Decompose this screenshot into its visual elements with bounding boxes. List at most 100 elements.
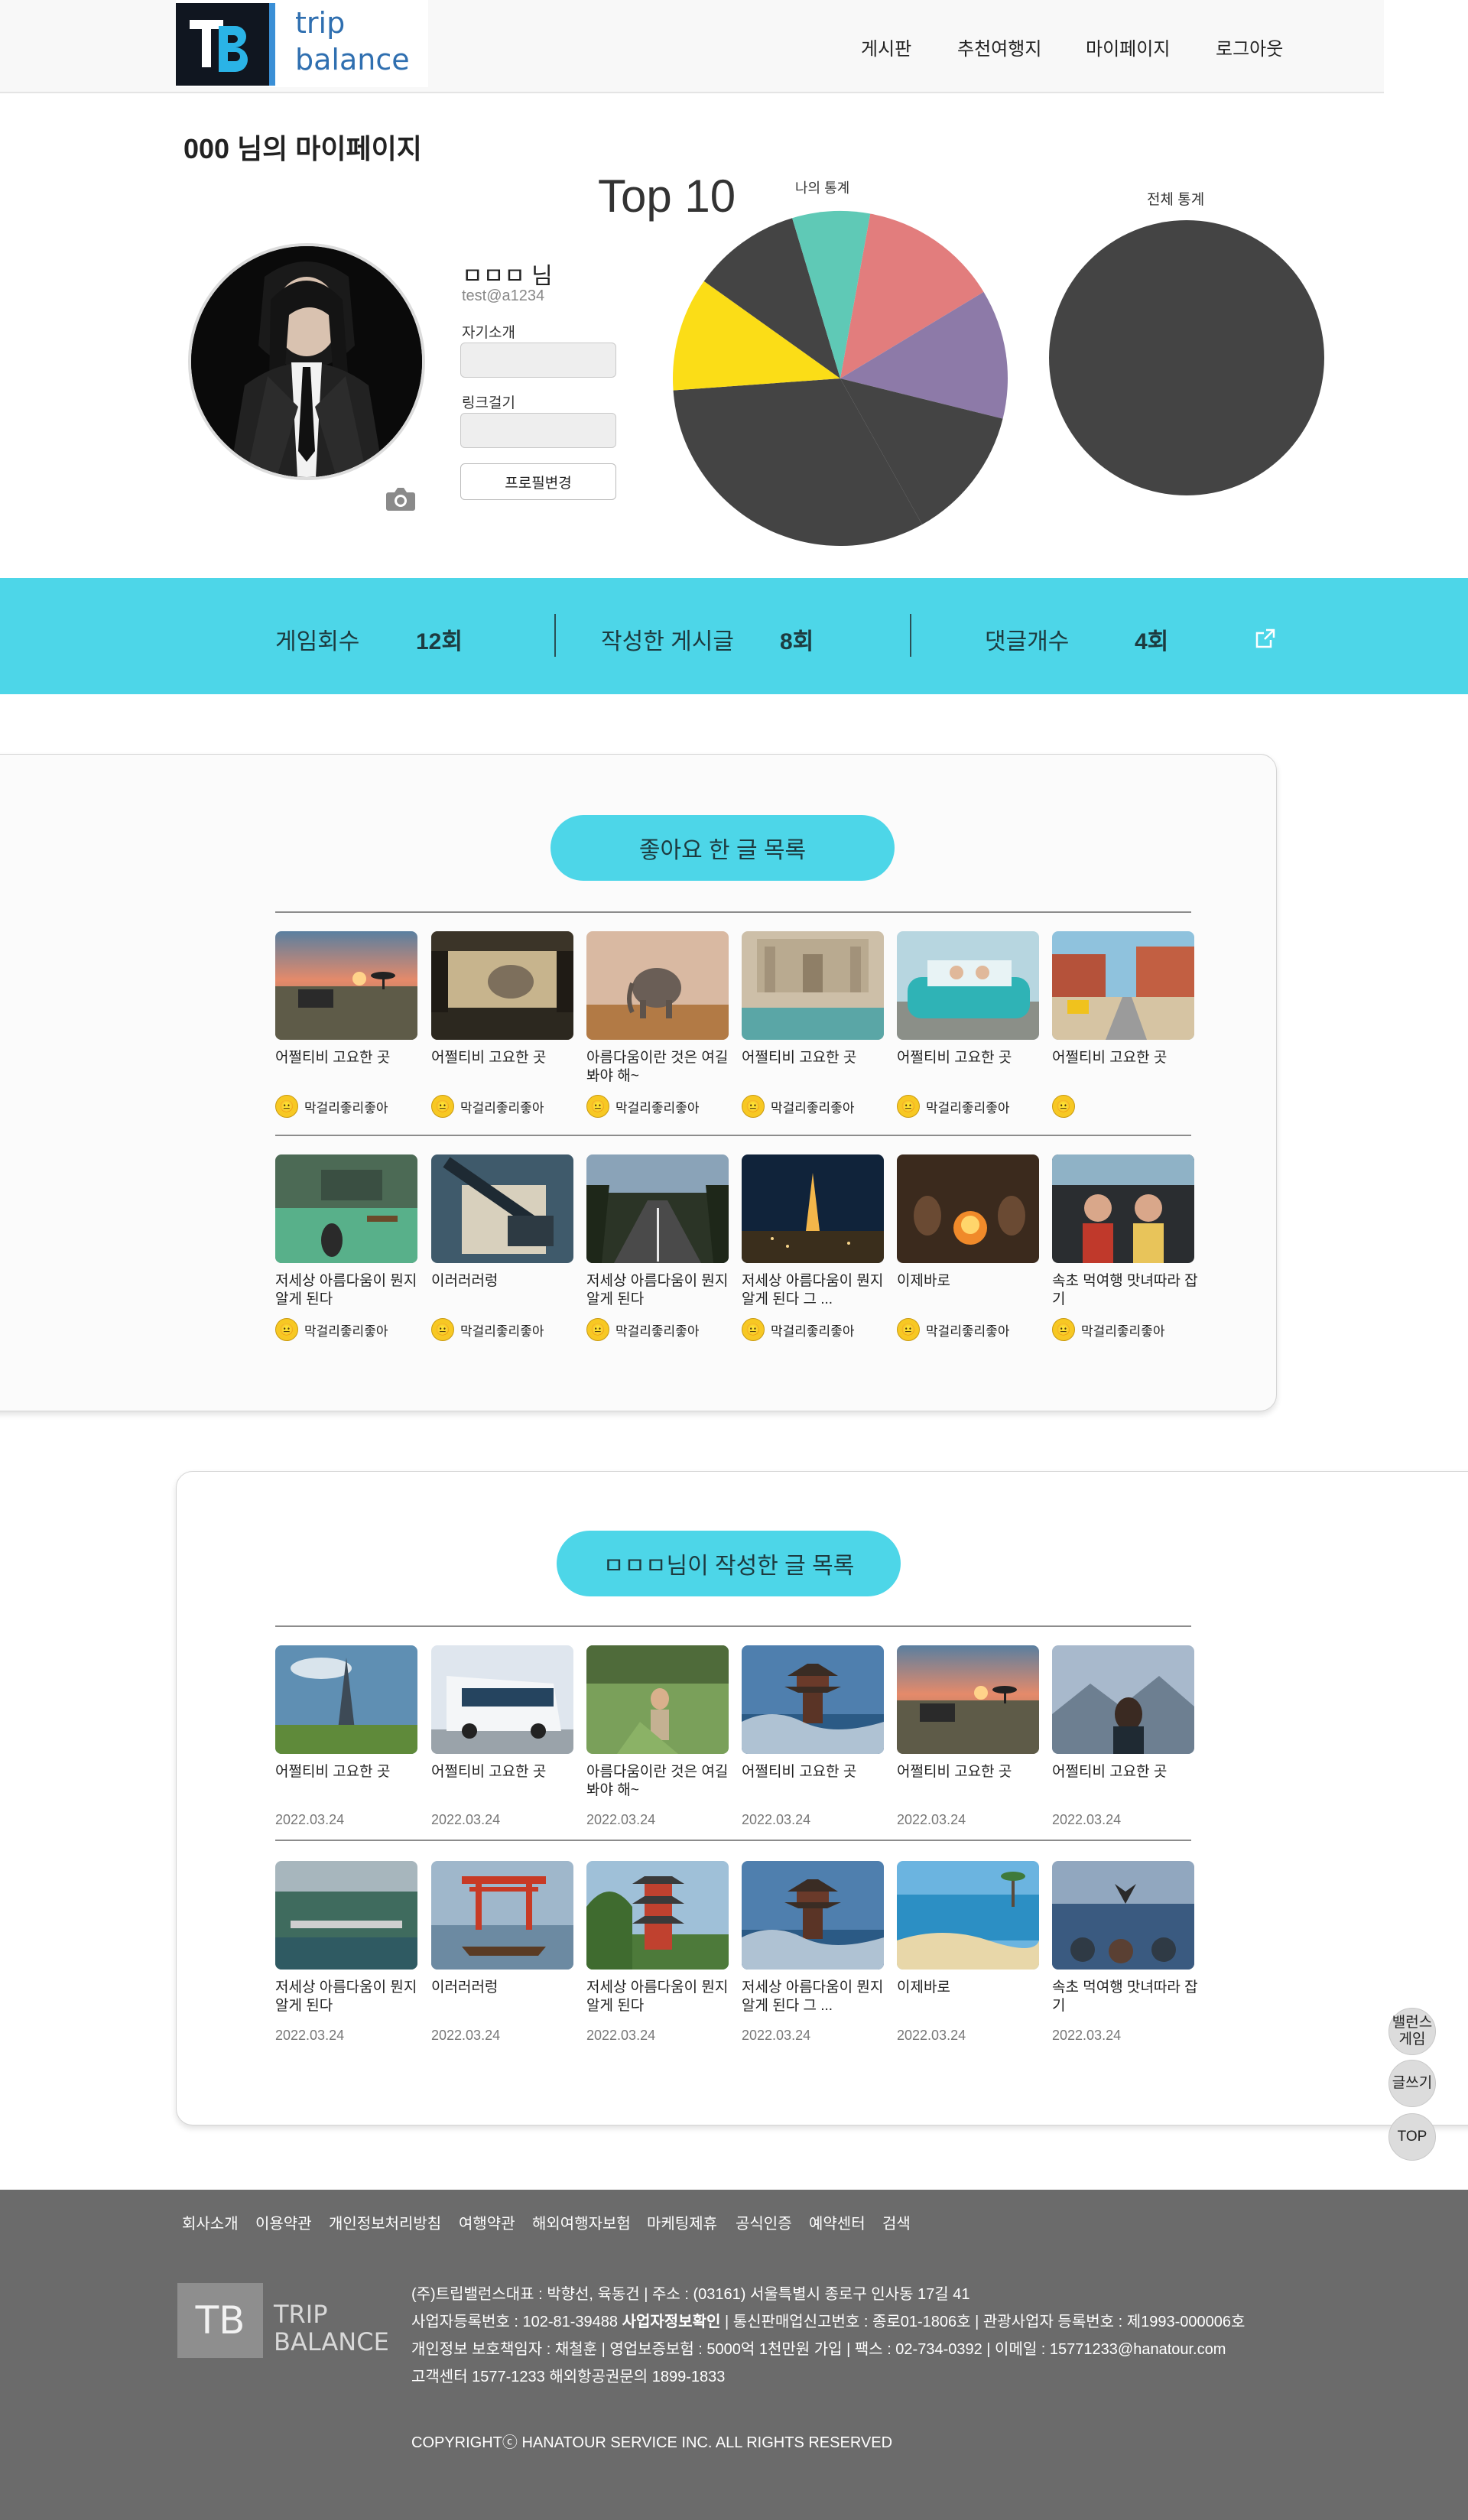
post-title[interactable]: 저세상 아름다움이 뭔지 알게 된다 [586, 1979, 739, 2015]
liked-post-card[interactable]: 속초 먹여행 맛녀따라 잡기 😐 막걸리좋리좋아 [1052, 1154, 1198, 1341]
post-thumbnail[interactable] [586, 1154, 729, 1263]
footer-link-company[interactable]: 회사소개 [182, 2211, 239, 2233]
post-title[interactable]: 어쩔티비 고요한 곳 [742, 1049, 895, 1067]
post-title[interactable]: 어쩔티비 고요한 곳 [431, 1763, 584, 1781]
intro-input[interactable] [460, 343, 616, 378]
post-title[interactable]: 어쩔티비 고요한 곳 [1052, 1049, 1205, 1067]
scroll-top-button[interactable]: TOP [1388, 2113, 1436, 2161]
balance-game-button[interactable]: 밸런스 게임 [1388, 2008, 1436, 2055]
post-thumbnail[interactable] [897, 1645, 1039, 1754]
post-reaction: 😐 막걸리좋리좋아 [897, 1318, 1009, 1341]
footer-link-marketing[interactable]: 마케팅제휴 [647, 2211, 717, 2233]
written-post-card[interactable]: 어쩔티비 고요한 곳 2022.03.24 [1052, 1645, 1194, 1827]
post-thumbnail[interactable] [431, 1645, 573, 1754]
liked-post-card[interactable]: 저세상 아름다움이 뭔지 알게 된다 😐 막걸리좋리좋아 [586, 1154, 729, 1341]
post-thumbnail[interactable] [742, 1861, 884, 1970]
post-thumbnail[interactable] [586, 931, 729, 1040]
liked-post-card[interactable]: 어쩔티비 고요한 곳 😐 [1052, 931, 1194, 1118]
liked-post-card[interactable]: 저세상 아름다움이 뭔지 알게 된다 그 ... 😐 막걸리좋리좋아 [742, 1154, 884, 1341]
post-title[interactable]: 어쩔티비 고요한 곳 [275, 1049, 428, 1067]
nav-mypage[interactable]: 마이페이지 [1086, 34, 1170, 60]
post-thumbnail[interactable] [431, 1861, 573, 1970]
footer-link-search[interactable]: 검색 [882, 2211, 911, 2233]
link-input[interactable] [460, 413, 616, 448]
post-thumbnail[interactable] [586, 1861, 729, 1970]
footer-link-certification[interactable]: 공식인증 [736, 2211, 792, 2233]
write-button[interactable]: 글쓰기 [1388, 2060, 1436, 2107]
post-title[interactable]: 이제바로 [897, 1979, 1050, 1997]
post-thumbnail[interactable] [275, 1645, 417, 1754]
post-thumbnail[interactable] [897, 1861, 1039, 1970]
footer-link-travel-terms[interactable]: 여행약관 [459, 2211, 515, 2233]
liked-post-card[interactable]: 어쩔티비 고요한 곳 😐 막걸리좋리좋아 [431, 931, 573, 1118]
post-title[interactable]: 저세상 아름다움이 뭔지 알게 된다 [586, 1272, 739, 1309]
written-post-card[interactable]: 어쩔티비 고요한 곳 2022.03.24 [431, 1645, 573, 1827]
liked-post-card[interactable]: 어쩔티비 고요한 곳 😐 막걸리좋리좋아 [897, 931, 1039, 1118]
liked-post-card[interactable]: 저세상 아름다움이 뭔지 알게 된다 😐 막걸리좋리좋아 [275, 1154, 417, 1341]
post-thumbnail[interactable] [275, 1861, 417, 1970]
post-thumbnail[interactable] [275, 931, 417, 1040]
post-title[interactable]: 어쩔티비 고요한 곳 [897, 1763, 1050, 1781]
post-title[interactable]: 속초 먹여행 맛녀따라 잡기 [1052, 1979, 1205, 2015]
business-info-link[interactable]: 사업자정보확인 [622, 2314, 721, 2330]
footer-link-insurance[interactable]: 해외여행자보험 [532, 2211, 631, 2233]
camera-icon[interactable] [385, 486, 416, 512]
comments-count-value: 4회 [1135, 629, 1169, 654]
post-reaction: 😐 막걸리좋리좋아 [586, 1095, 699, 1118]
post-thumbnail[interactable] [1052, 1645, 1194, 1754]
liked-post-card[interactable]: 어쩔티비 고요한 곳 😐 막걸리좋리좋아 [742, 931, 884, 1118]
post-title[interactable]: 저세상 아름다움이 뭔지 알게 된다 [275, 1979, 428, 2015]
written-post-card[interactable]: 어쩔티비 고요한 곳 2022.03.24 [897, 1645, 1039, 1827]
post-title[interactable]: 이러러러렁 [431, 1272, 584, 1291]
post-title[interactable]: 저세상 아름다움이 뭔지 알게 된다 [275, 1272, 428, 1309]
post-thumbnail[interactable] [1052, 1154, 1194, 1263]
written-post-card[interactable]: 저세상 아름다움이 뭔지 알게 된다 2022.03.24 [275, 1861, 417, 2043]
post-thumbnail[interactable] [897, 1154, 1039, 1263]
written-post-card[interactable]: 이러러러렁 2022.03.24 [431, 1861, 573, 2043]
written-post-card[interactable]: 아름다움이란 것은 여길봐야 해~ 2022.03.24 [586, 1645, 729, 1827]
written-post-card[interactable]: 저세상 아름다움이 뭔지 알게 된다 2022.03.24 [586, 1861, 729, 2043]
post-thumbnail[interactable] [897, 931, 1039, 1040]
written-post-card[interactable]: 이제바로 2022.03.24 [897, 1861, 1039, 2043]
liked-post-card[interactable]: 이제바로 😐 막걸리좋리좋아 [897, 1154, 1039, 1341]
footer-link-terms[interactable]: 이용약관 [255, 2211, 312, 2233]
edit-profile-button[interactable]: 프로필변경 [460, 463, 616, 500]
post-title[interactable]: 저세상 아름다움이 뭔지 알게 된다 그 ... [742, 1979, 895, 2015]
nav-recommended[interactable]: 추천여행지 [957, 34, 1041, 60]
post-title[interactable]: 이러러러렁 [431, 1979, 584, 1997]
site-logo[interactable]: trip balance [176, 0, 428, 87]
footer-link-reservation[interactable]: 예약센터 [809, 2211, 866, 2233]
nav-board[interactable]: 게시판 [861, 34, 911, 60]
post-thumbnail[interactable] [742, 931, 884, 1040]
post-title[interactable]: 어쩔티비 고요한 곳 [742, 1763, 895, 1781]
footer-link-privacy[interactable]: 개인정보처리방침 [329, 2211, 441, 2233]
liked-post-card[interactable]: 아름다움이란 것은 여길봐야 해~ 😐 막걸리좋리좋아 [586, 931, 729, 1118]
post-title[interactable]: 속초 먹여행 맛녀따라 잡기 [1052, 1272, 1205, 1309]
written-post-card[interactable]: 속초 먹여행 맛녀따라 잡기 2022.03.24 [1052, 1861, 1198, 2043]
post-title[interactable]: 어쩔티비 고요한 곳 [275, 1763, 428, 1781]
post-thumbnail[interactable] [742, 1154, 884, 1263]
written-post-card[interactable]: 어쩔티비 고요한 곳 2022.03.24 [275, 1645, 417, 1827]
liked-post-card[interactable]: 어쩔티비 고요한 곳 😐 막걸리좋리좋아 [275, 931, 417, 1118]
user-email: test@a1234 [462, 287, 545, 304]
external-link-icon[interactable] [1254, 627, 1277, 650]
liked-post-card[interactable]: 이러러러렁 😐 막걸리좋리좋아 [431, 1154, 573, 1341]
reaction-text: 막걸리좋리좋아 [615, 1323, 700, 1339]
post-thumbnail[interactable] [742, 1645, 884, 1754]
post-title[interactable]: 어쩔티비 고요한 곳 [1052, 1763, 1205, 1781]
written-post-card[interactable]: 어쩔티비 고요한 곳 2022.03.24 [742, 1645, 884, 1827]
nav-logout[interactable]: 로그아웃 [1216, 34, 1283, 60]
post-thumbnail[interactable] [1052, 1861, 1194, 1970]
post-thumbnail[interactable] [1052, 931, 1194, 1040]
post-title[interactable]: 이제바로 [897, 1272, 1050, 1291]
post-thumbnail[interactable] [431, 931, 573, 1040]
post-title[interactable]: 아름다움이란 것은 여길봐야 해~ [586, 1763, 739, 1800]
post-title[interactable]: 아름다움이란 것은 여길봐야 해~ [586, 1049, 739, 1086]
written-post-card[interactable]: 저세상 아름다움이 뭔지 알게 된다 그 ... 2022.03.24 [742, 1861, 884, 2043]
post-thumbnail[interactable] [586, 1645, 729, 1754]
post-title[interactable]: 어쩔티비 고요한 곳 [897, 1049, 1050, 1067]
post-title[interactable]: 어쩔티비 고요한 곳 [431, 1049, 584, 1067]
post-thumbnail[interactable] [275, 1154, 417, 1263]
post-thumbnail[interactable] [431, 1154, 573, 1263]
post-title[interactable]: 저세상 아름다움이 뭔지 알게 된다 그 ... [742, 1272, 895, 1309]
